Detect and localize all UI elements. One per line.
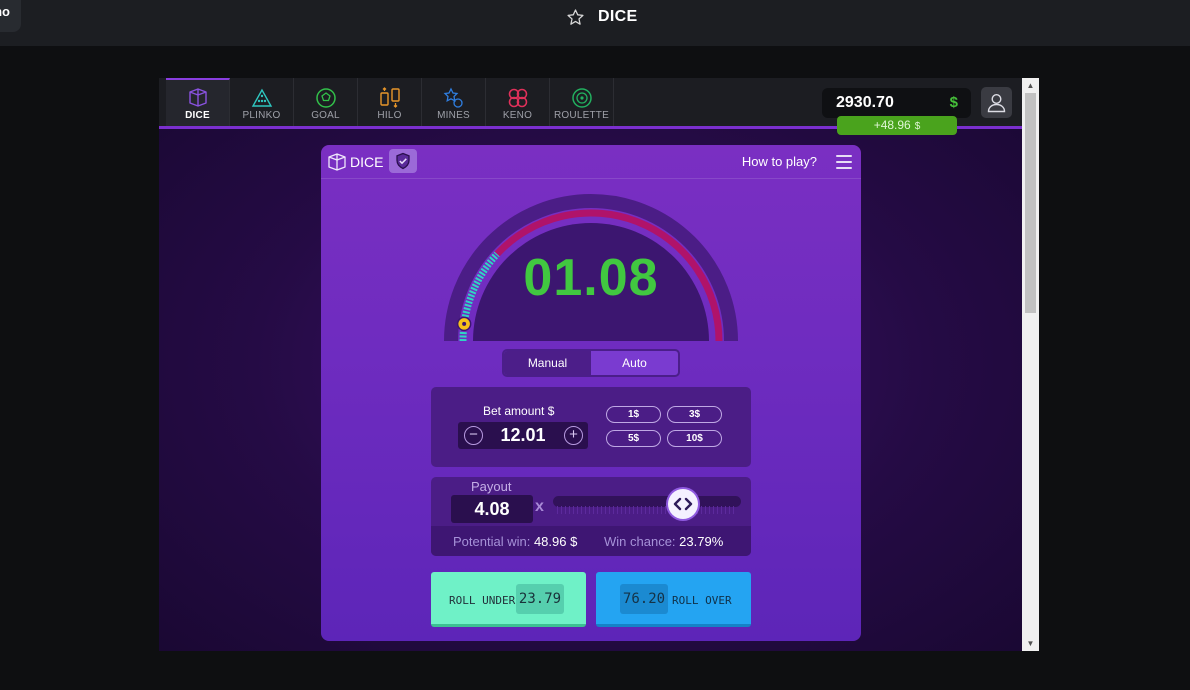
- shield-check-icon: [396, 152, 410, 170]
- tab-keno[interactable]: KENO: [486, 78, 550, 126]
- tab-label: ROULETTE: [554, 110, 609, 121]
- dice-game-panel: DICE How to play? 01.08 Manual Auto Bet …: [321, 145, 861, 641]
- bet-amount-input[interactable]: 12.01: [488, 425, 558, 446]
- page-title: DICE: [598, 8, 638, 25]
- slider-handle[interactable]: [667, 489, 698, 519]
- roll-under-button[interactable]: ROLL UNDER 23.79: [431, 572, 586, 627]
- roll-result: 01.08: [523, 249, 659, 307]
- payout-multiplier-suffix: x: [535, 498, 544, 515]
- win-stats: Potential win: 48.96 $ Win chance: 23.79…: [431, 526, 751, 556]
- panel-header: DICE How to play?: [321, 145, 861, 179]
- balance-amount: 2930.70: [836, 94, 894, 111]
- roll-under-value: 23.79: [516, 584, 564, 614]
- tab-plinko[interactable]: PLINKO: [230, 78, 294, 126]
- tab-label: KENO: [502, 110, 533, 121]
- payout-input[interactable]: 4.08: [451, 495, 533, 523]
- corner-tab[interactable]: no: [0, 0, 21, 32]
- chance-slider[interactable]: [553, 489, 741, 519]
- star-icon[interactable]: [566, 8, 585, 27]
- how-to-play-link[interactable]: How to play?: [742, 154, 817, 169]
- tab-mines[interactable]: MINES: [422, 78, 486, 126]
- last-win-currency: $: [914, 121, 921, 132]
- goal-icon: [315, 88, 336, 108]
- payout-label: Payout: [471, 479, 512, 494]
- tab-label: HILO: [377, 110, 402, 121]
- last-win-amount: +48.96: [873, 118, 911, 132]
- provably-fair-button[interactable]: [389, 149, 417, 173]
- quick-bet-1[interactable]: 1$: [606, 406, 661, 423]
- title-area: DICE: [566, 4, 637, 30]
- quick-bet-10[interactable]: 10$: [667, 430, 722, 447]
- roll-over-label: ROLL OVER: [672, 594, 732, 607]
- last-win-badge: +48.96 $: [837, 116, 957, 135]
- dice-icon: [328, 153, 346, 171]
- potential-win-label: Potential win:: [453, 534, 531, 549]
- tab-label: GOAL: [311, 110, 340, 121]
- tab-dice[interactable]: DICE: [166, 78, 230, 126]
- mode-auto-button[interactable]: Auto: [591, 351, 678, 375]
- win-chance: Win chance: 23.79%: [604, 534, 723, 549]
- balance-currency: $: [949, 94, 958, 111]
- tab-label: DICE: [185, 110, 210, 121]
- result-marker-dot: [462, 321, 467, 326]
- roll-over-value: 76.20: [620, 584, 668, 614]
- mode-manual-button[interactable]: Manual: [504, 351, 591, 375]
- scroll-down-arrow[interactable]: ▼: [1025, 638, 1036, 649]
- menu-icon[interactable]: [836, 155, 852, 169]
- bet-amount-stepper: − 12.01 +: [458, 422, 588, 449]
- tab-roulette[interactable]: ROULETTE: [550, 78, 614, 126]
- balance-display: 2930.70 $: [822, 88, 971, 118]
- tab-hilo[interactable]: HILO: [358, 78, 422, 126]
- scrollbar[interactable]: ▲ ▼: [1022, 78, 1039, 651]
- potential-win-value: 48.96 $: [533, 534, 578, 549]
- game-name: DICE: [350, 154, 384, 170]
- roll-over-button[interactable]: 76.20 ROLL OVER: [596, 572, 751, 627]
- scrollbar-thumb[interactable]: [1025, 93, 1036, 313]
- user-icon: [987, 93, 1006, 113]
- quick-bet-5[interactable]: 5$: [606, 430, 661, 447]
- win-chance-label: Win chance:: [604, 534, 676, 549]
- increase-bet-button[interactable]: +: [564, 426, 583, 445]
- roulette-icon: [571, 88, 592, 108]
- plinko-icon: [251, 88, 272, 107]
- tab-goal[interactable]: GOAL: [294, 78, 358, 126]
- roll-under-label: ROLL UNDER: [449, 594, 516, 607]
- tab-label: MINES: [437, 110, 470, 121]
- hilo-icon: [379, 87, 400, 108]
- potential-win: Potential win: 48.96 $: [453, 534, 577, 549]
- quick-bet-3[interactable]: 3$: [667, 406, 722, 423]
- bet-amount-panel: Bet amount $ − 12.01 + 1$ 3$ 5$ 10$: [431, 387, 751, 467]
- win-chance-value: 23.79%: [679, 534, 724, 549]
- bet-amount-label: Bet amount $: [483, 404, 555, 418]
- decrease-bet-button[interactable]: −: [464, 426, 483, 445]
- scroll-up-arrow[interactable]: ▲: [1025, 80, 1036, 91]
- app-header: no DICE: [0, 0, 1190, 46]
- game-frame: DICE PLINKO GOAL HILO MINES KENO ROULETT…: [159, 78, 1039, 651]
- game-tabs: DICE PLINKO GOAL HILO MINES KENO ROULETT…: [166, 78, 614, 126]
- arrows-horizontal-icon: [673, 497, 692, 511]
- keno-icon: [508, 88, 527, 108]
- tab-label: PLINKO: [242, 110, 281, 121]
- corner-tab-label: no: [0, 4, 10, 19]
- payout-panel: Payout 4.08 x Potential win: 48.96 $ Win…: [431, 477, 751, 556]
- dice-icon: [188, 88, 207, 107]
- user-button[interactable]: [981, 87, 1012, 118]
- mines-icon: [443, 87, 463, 108]
- mode-toggle: Manual Auto: [502, 349, 680, 377]
